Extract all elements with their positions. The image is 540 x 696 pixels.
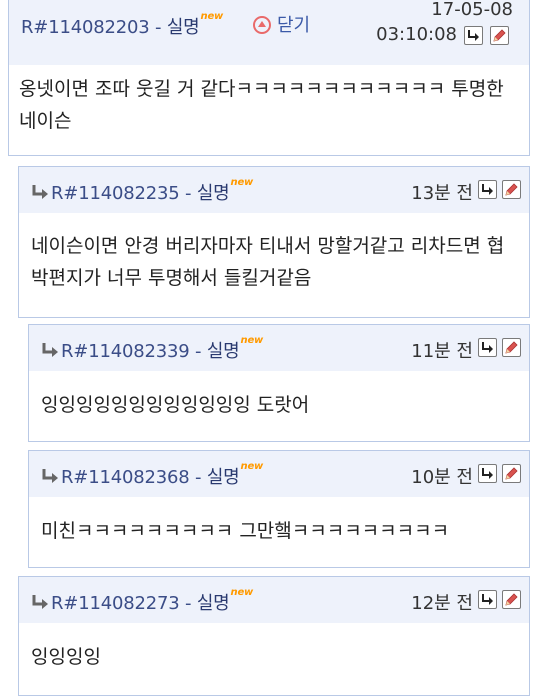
new-badge: new (240, 335, 264, 346)
comment-author: 실명 (206, 341, 240, 362)
reply-button[interactable] (478, 180, 497, 199)
comment-card: R#114082339 - 실명new 11분 전 잉잉잉잉잉잉잉잉잉잉잉잉 도… (28, 324, 530, 442)
edit-button[interactable] (502, 338, 521, 357)
comment-text: 미친ㅋㅋㅋㅋㅋㅋㅋㅋㅋ 그만햌ㅋㅋㅋㅋㅋㅋㅋㅋㅋ (41, 520, 450, 542)
comment-author: 실명 (196, 593, 230, 614)
comment-author: 실명 (196, 183, 230, 204)
nested-reply-arrow-icon (32, 185, 48, 199)
reply-arrow-icon (482, 594, 493, 605)
comment-header: R#114082235 - 실명new 13분 전 (19, 167, 529, 213)
new-badge: new (240, 461, 264, 472)
edit-button[interactable] (502, 464, 521, 483)
reply-arrow-icon (468, 30, 479, 41)
comment-date: 17-05-08 (431, 0, 513, 20)
comment-text: 잉잉잉잉잉잉잉잉잉잉잉잉 도랏어 (41, 394, 310, 416)
pencil-icon (505, 341, 518, 354)
comment-card: R#114082203 - 실명new 닫기 17-05-08 03:10:08… (8, 0, 530, 156)
comment-card: R#114082235 - 실명new 13분 전 네이슨이면 안경 버리자마자… (18, 166, 530, 318)
comment-text: 옹넷이면 조따 웃길 거 같다ㅋㅋㅋㅋㅋㅋㅋㅋㅋㅋㅋㅋ 투명한 네이슨 (19, 78, 504, 132)
edit-button[interactable] (490, 26, 509, 45)
edit-button[interactable] (502, 180, 521, 199)
edit-button[interactable] (502, 590, 521, 609)
reply-button[interactable] (464, 26, 483, 45)
comment-header: R#114082273 - 실명new 12분 전 (19, 577, 529, 623)
nested-reply-arrow-icon (42, 469, 58, 483)
pencil-icon (505, 593, 518, 606)
new-badge: new (230, 177, 254, 188)
pencil-icon (493, 29, 506, 42)
comment-header: R#114082368 - 실명new 10분 전 (29, 451, 529, 497)
nested-reply-arrow-icon (32, 595, 48, 609)
comment-id[interactable]: R#114082273 - 실명new (31, 587, 254, 615)
reply-arrow-icon (482, 184, 493, 195)
reply-button[interactable] (478, 338, 497, 357)
comment-id[interactable]: R#114082368 - 실명new (41, 461, 264, 489)
reply-arrow-icon (482, 342, 493, 353)
comment-time: 13분 전 (411, 183, 473, 204)
comment-id[interactable]: R#114082235 - 실명new (31, 177, 254, 205)
comment-header: R#114082203 - 실명new 닫기 17-05-08 03:10:08 (9, 0, 529, 65)
comment-card: R#114082273 - 실명new 12분 전 잉잉잉잉 (18, 576, 530, 696)
comment-time: 11분 전 (411, 341, 473, 362)
reply-button[interactable] (478, 464, 497, 483)
comment-text: 네이슨이면 안경 버리자마자 티내서 망할거같고 리차드면 협박편지가 너무 투… (31, 235, 505, 289)
nested-reply-arrow-icon (42, 343, 58, 357)
comment-author: 실명 (166, 17, 200, 38)
up-arrow-circle-icon (253, 16, 271, 34)
new-badge: new (230, 587, 254, 598)
comment-text: 잉잉잉잉 (31, 646, 101, 668)
comment-id[interactable]: R#114082203 - 실명new (21, 11, 224, 39)
reply-arrow-icon (482, 468, 493, 479)
comment-time: 10분 전 (411, 467, 473, 488)
pencil-icon (505, 183, 518, 196)
comment-author: 실명 (206, 467, 240, 488)
comment-id[interactable]: R#114082339 - 실명new (41, 335, 264, 363)
pencil-icon (505, 467, 518, 480)
comment-card: R#114082368 - 실명new 10분 전 미친ㅋㅋㅋㅋㅋㅋㅋㅋㅋ 그만… (28, 450, 530, 568)
close-button[interactable]: 닫기 (253, 11, 310, 37)
comment-header: R#114082339 - 실명new 11분 전 (29, 325, 529, 371)
new-badge: new (200, 11, 224, 22)
comment-time: 12분 전 (411, 593, 473, 614)
reply-button[interactable] (478, 590, 497, 609)
comment-time: 03:10:08 (376, 24, 457, 45)
